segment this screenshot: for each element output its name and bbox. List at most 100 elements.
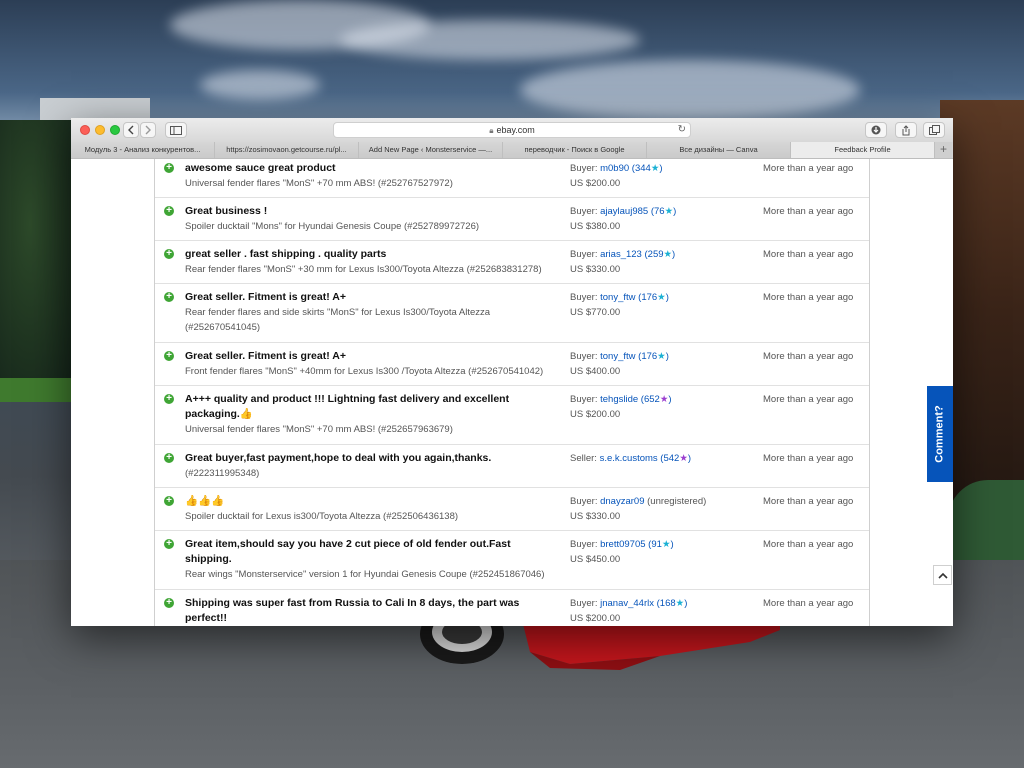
browser-tab[interactable]: переводчик - Поиск в Google xyxy=(503,142,647,158)
feedback-user: Seller: s.e.k.customs (542★) xyxy=(570,453,692,464)
feedback-user: Buyer: m0b90 (344★) xyxy=(570,163,663,174)
feedback-time: More than a year ago xyxy=(763,539,854,550)
chevron-right-icon xyxy=(145,125,151,135)
feedback-row: + great seller . fast shipping . quality… xyxy=(155,241,869,284)
feedback-username-link[interactable]: tony_ftw xyxy=(600,351,635,362)
feedback-time: More than a year ago xyxy=(763,453,854,464)
page-content: + awesome sauce great product Universal … xyxy=(71,159,953,626)
feedback-username-link[interactable]: ajaylauj985 xyxy=(600,206,648,217)
star-icon: ★ xyxy=(657,292,666,303)
feedback-username-link[interactable]: brett09705 xyxy=(600,539,645,550)
feedback-row: + Great seller. Fitment is great! A+ Rea… xyxy=(155,284,869,343)
feedback-user: Buyer: tony_ftw (176★) xyxy=(570,292,669,303)
minimize-window-button[interactable] xyxy=(95,125,105,135)
background-grass xyxy=(0,378,72,402)
feedback-username-link[interactable]: tony_ftw xyxy=(600,292,635,303)
feedback-username-link[interactable]: m0b90 xyxy=(600,163,629,174)
feedback-comment: Great item,should say you have 2 cut pie… xyxy=(185,538,511,565)
feedback-price: US $330.00 xyxy=(570,511,621,522)
feedback-item-title[interactable]: (#222311995348) xyxy=(185,466,575,481)
tab-bar: Модуль 3 - Анализ конкурентов... https:/… xyxy=(71,142,953,159)
feedback-username-link[interactable]: dnayzar09 xyxy=(600,496,644,507)
feedback-item-title[interactable]: Spoiler ducktail for Lexus is300/Toyota … xyxy=(185,509,575,524)
feedback-comment: Great seller. Fitment is great! A+ xyxy=(185,291,346,303)
feedback-username-link[interactable]: tehgslide xyxy=(600,394,638,405)
back-button[interactable] xyxy=(123,122,139,138)
chevron-up-icon xyxy=(937,572,948,579)
positive-feedback-icon: + xyxy=(164,206,174,216)
address-bar[interactable]: 🔒︎ ebay.com ↻ xyxy=(333,122,691,138)
feedback-username-link[interactable]: jnanav_44rlx xyxy=(600,598,654,609)
feedback-comment: awesome sauce great product xyxy=(185,162,336,174)
scroll-to-top-button[interactable] xyxy=(933,565,952,585)
feedback-row: + Great seller. Fitment is great! A+ Fro… xyxy=(155,343,869,386)
positive-feedback-icon: + xyxy=(164,453,174,463)
feedback-price: US $400.00 xyxy=(570,366,621,377)
positive-feedback-icon: + xyxy=(164,598,174,608)
tabs-icon xyxy=(928,125,940,135)
feedback-row: + Great item,should say you have 2 cut p… xyxy=(155,531,869,590)
feedback-row: + Great buyer,fast payment,hope to deal … xyxy=(155,445,869,488)
feedback-username-link[interactable]: arias_123 xyxy=(600,249,642,260)
share-button[interactable] xyxy=(895,122,917,138)
comment-feedback-button[interactable]: Comment? xyxy=(927,386,953,482)
feedback-comment: Great buyer,fast payment,hope to deal wi… xyxy=(185,452,492,464)
feedback-item-title[interactable]: Rear fender flares "MonS" +30 mm for Lex… xyxy=(185,262,575,277)
feedback-time: More than a year ago xyxy=(763,163,854,174)
browser-tab[interactable]: Все дизайны — Canva xyxy=(647,142,791,158)
feedback-price: US $200.00 xyxy=(570,409,621,420)
browser-tab-active[interactable]: Feedback Profile xyxy=(791,142,935,158)
maximize-window-button[interactable] xyxy=(110,125,120,135)
reload-icon[interactable]: ↻ xyxy=(678,124,686,136)
positive-feedback-icon: + xyxy=(164,539,174,549)
sidebar-toggle-button[interactable] xyxy=(165,122,187,138)
browser-tab[interactable]: Модуль 3 - Анализ конкурентов... xyxy=(71,142,215,158)
feedback-item-title[interactable]: Universal fender flares "MonS" +70 mm AB… xyxy=(185,176,575,191)
feedback-time: More than a year ago xyxy=(763,249,854,260)
feedback-time: More than a year ago xyxy=(763,292,854,303)
feedback-item-title[interactable]: Rear wings "Monsterservice" version 1 fo… xyxy=(185,567,585,582)
feedback-user: Buyer: tony_ftw (176★) xyxy=(570,351,669,362)
positive-feedback-icon: + xyxy=(164,394,174,404)
chevron-left-icon xyxy=(128,125,134,135)
feedback-time: More than a year ago xyxy=(763,394,854,405)
tab-overview-button[interactable] xyxy=(923,122,945,138)
feedback-item-title[interactable]: Spoiler ducktail "Mons" for Hyundai Gene… xyxy=(185,219,575,234)
feedback-item-title[interactable]: Front fender flares "MonS" +40mm for Lex… xyxy=(185,364,585,379)
new-tab-button[interactable]: + xyxy=(935,142,952,158)
feedback-time: More than a year ago xyxy=(763,496,854,507)
feedback-price: US $200.00 xyxy=(570,613,621,624)
close-window-button[interactable] xyxy=(80,125,90,135)
positive-feedback-icon: + xyxy=(164,163,174,173)
feedback-item-title[interactable]: Universal fender flares "MonS" +70 mm AB… xyxy=(185,422,575,437)
sidebar-icon xyxy=(170,125,182,135)
positive-feedback-icon: + xyxy=(164,351,174,361)
feedback-price: US $380.00 xyxy=(570,221,621,232)
feedback-item-title[interactable]: Rear fender flares and side skirts "MonS… xyxy=(185,305,525,335)
star-icon: ★ xyxy=(679,453,688,464)
share-icon xyxy=(902,124,910,135)
feedback-comment: Great business ! xyxy=(185,205,268,217)
feedback-row: + awesome sauce great product Universal … xyxy=(155,159,869,198)
feedback-user: Buyer: dnayzar09 (unregistered) xyxy=(570,496,707,507)
feedback-price: US $450.00 xyxy=(570,554,621,565)
feedback-comment: Shipping was super fast from Russia to C… xyxy=(185,597,520,624)
feedback-row: + 👍👍👍 Spoiler ducktail for Lexus is300/T… xyxy=(155,488,869,531)
lock-icon: 🔒︎ xyxy=(489,126,494,135)
background-trees xyxy=(0,120,75,380)
download-icon xyxy=(871,125,881,135)
feedback-username-link[interactable]: s.e.k.customs xyxy=(600,453,658,464)
star-icon: ★ xyxy=(663,249,673,260)
background-cloud xyxy=(200,70,320,100)
background-cloud xyxy=(520,60,860,120)
positive-feedback-icon: + xyxy=(164,292,174,302)
feedback-comment: 👍👍👍 xyxy=(185,495,225,507)
downloads-button[interactable] xyxy=(865,122,887,138)
forward-button[interactable] xyxy=(140,122,156,138)
browser-tab[interactable]: https://zosimovaon.getcourse.ru/pl... xyxy=(215,142,359,158)
feedback-row: + Shipping was super fast from Russia to… xyxy=(155,590,869,626)
feedback-price: US $330.00 xyxy=(570,264,621,275)
feedback-price: US $770.00 xyxy=(570,307,621,318)
browser-tab[interactable]: Add New Page ‹ Monsterservice —... xyxy=(359,142,503,158)
star-icon: ★ xyxy=(657,351,666,362)
